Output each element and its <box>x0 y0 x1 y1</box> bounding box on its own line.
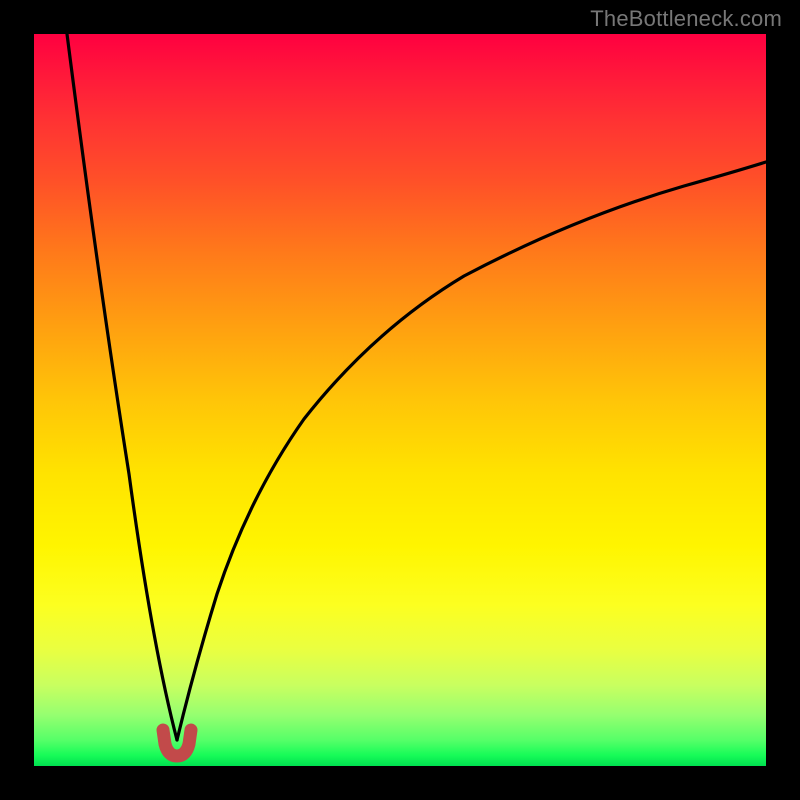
outer-frame: TheBottleneck.com <box>0 0 800 800</box>
left-branch-curve <box>67 34 177 740</box>
curve-layer <box>34 34 766 766</box>
right-branch-curve <box>177 162 766 740</box>
plot-area <box>34 34 766 766</box>
watermark-text: TheBottleneck.com <box>590 6 782 32</box>
